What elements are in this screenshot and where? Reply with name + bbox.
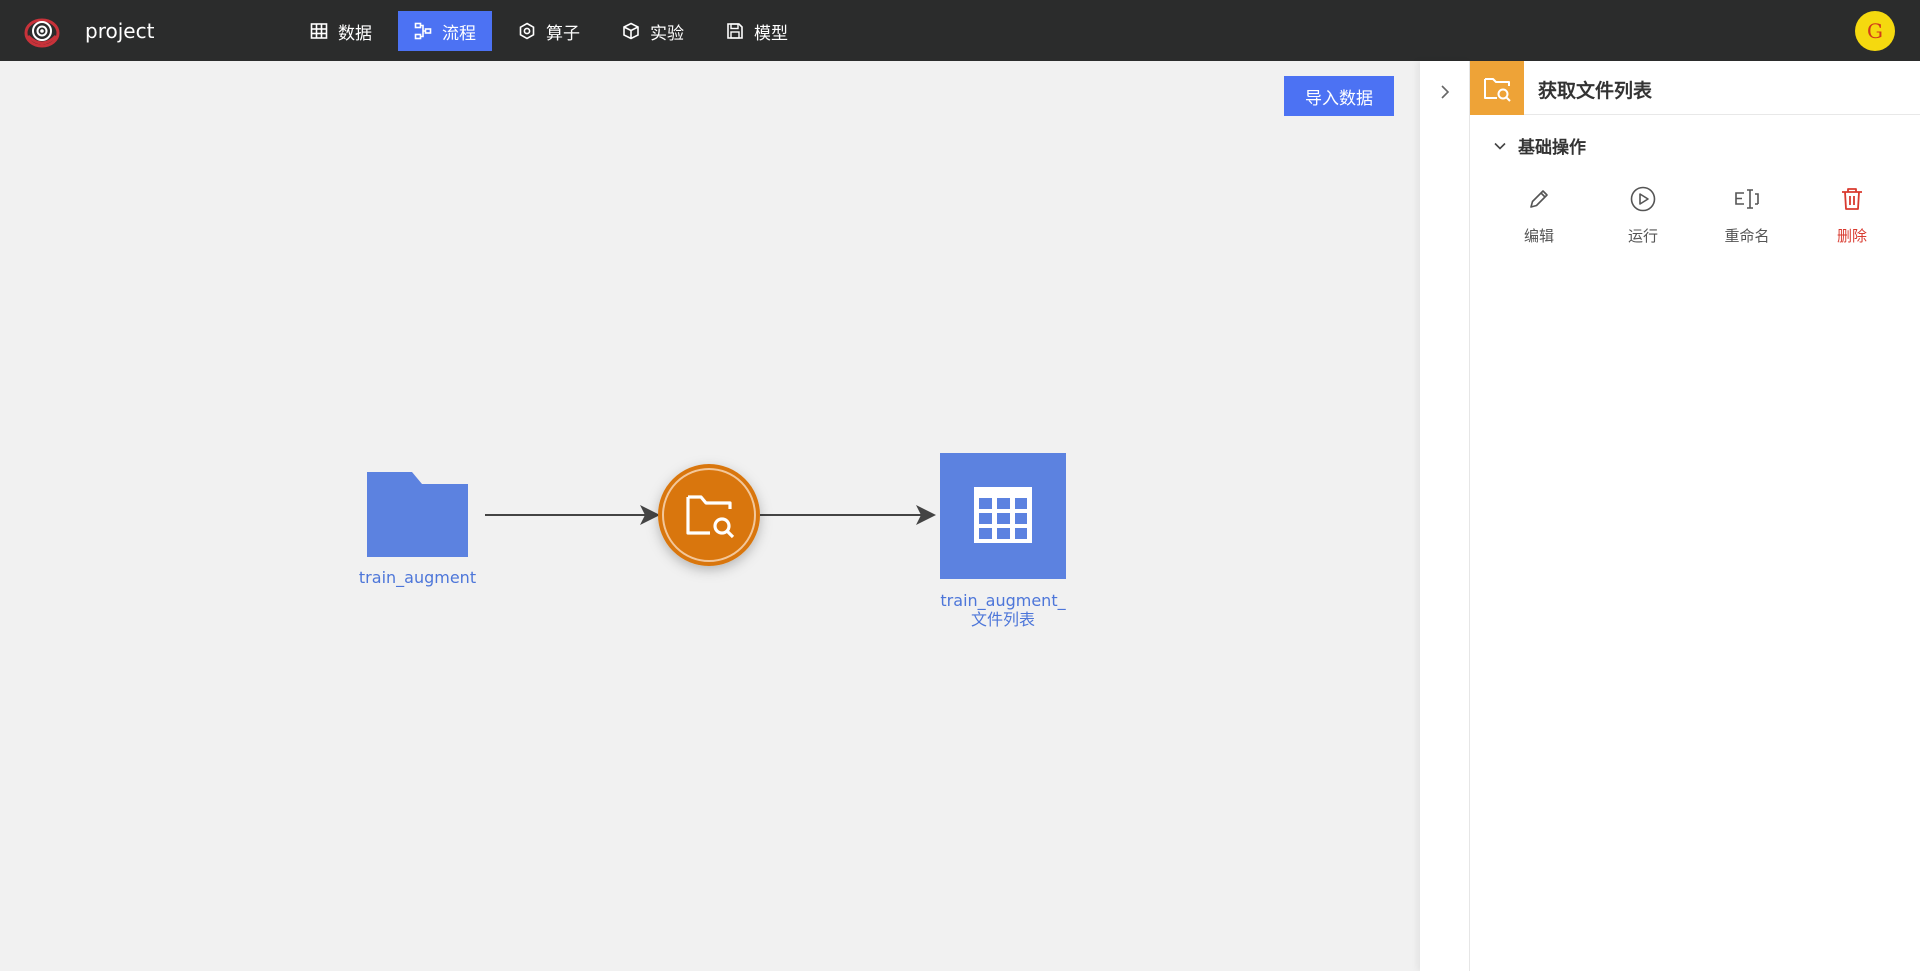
pencil-icon — [1530, 190, 1548, 208]
delete-button[interactable]: 删除 — [1802, 185, 1902, 246]
chevron-down-icon — [1494, 142, 1506, 150]
chevron-right-icon[interactable] — [1436, 83, 1454, 101]
run-button[interactable]: 运行 — [1593, 185, 1693, 246]
user-avatar[interactable]: G — [1855, 11, 1895, 51]
node-output-label-line1: train_augment_ — [940, 591, 1066, 610]
run-label: 运行 — [1627, 227, 1658, 245]
folder-search-icon — [1470, 61, 1524, 115]
node-operator-folder-search-icon[interactable] — [658, 464, 760, 566]
rename-button[interactable]: 重命名 — [1697, 185, 1797, 246]
panel-header: 获取文件列表 — [1470, 61, 1920, 115]
node-source-folder-icon[interactable] — [367, 472, 468, 557]
section-basic-ops[interactable]: 基础操作 — [1492, 133, 1586, 158]
delete-label: 删除 — [1836, 227, 1867, 245]
node-source-label[interactable]: train_augment — [340, 568, 495, 587]
flow-graph — [367, 453, 1066, 579]
panel-collapse-strip — [1420, 61, 1470, 971]
node-output-table-icon[interactable] — [940, 453, 1066, 579]
play-circle-icon — [1630, 186, 1656, 212]
section-title: 基础操作 — [1518, 138, 1586, 158]
edit-button[interactable]: 编辑 — [1489, 185, 1589, 246]
rename-label: 重命名 — [1724, 227, 1770, 245]
node-output-label[interactable]: train_augment_ 文件列表 — [918, 591, 1088, 629]
trash-icon — [1842, 188, 1862, 210]
panel-title: 获取文件列表 — [1538, 80, 1653, 102]
edit-label: 编辑 — [1523, 227, 1554, 245]
node-output-label-line2: 文件列表 — [970, 610, 1035, 629]
rename-icon — [1735, 189, 1759, 209]
